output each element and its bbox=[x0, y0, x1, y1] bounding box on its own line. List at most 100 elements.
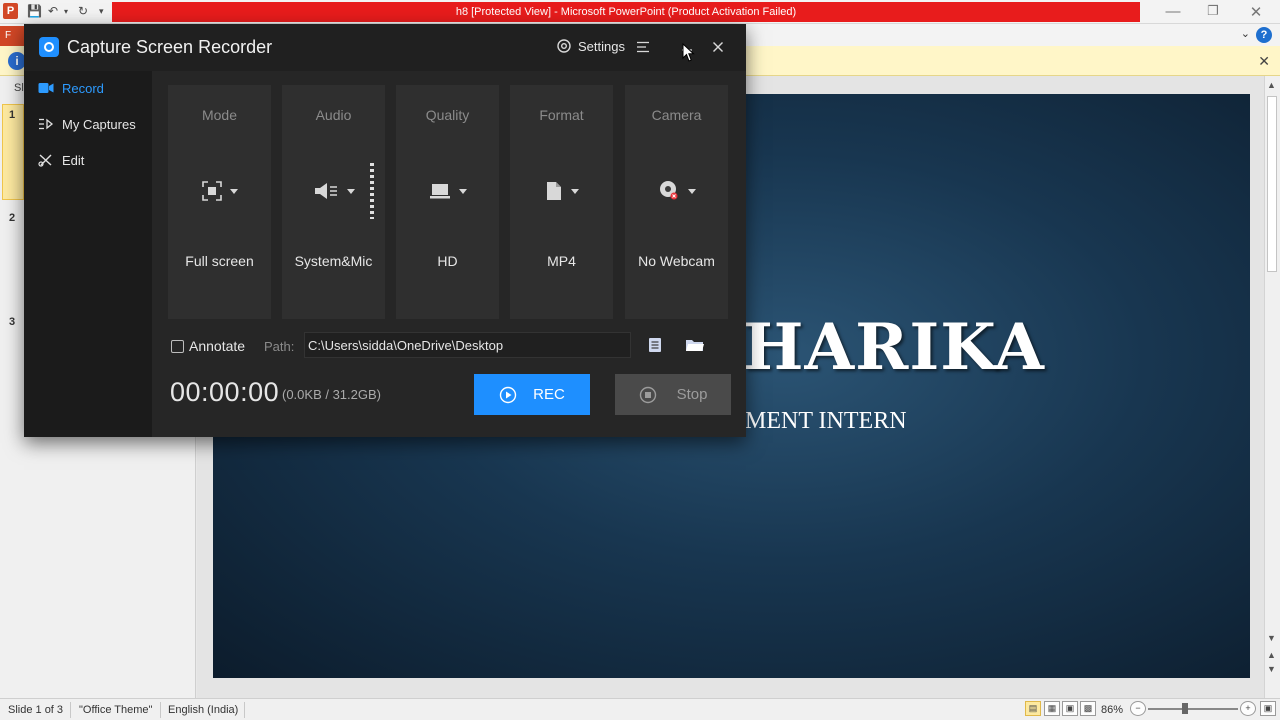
option-value: No Webcam bbox=[638, 253, 715, 269]
fullscreen-icon bbox=[201, 181, 222, 201]
status-separator bbox=[70, 702, 71, 718]
recorder-sidebar: Record My Captures Edit bbox=[24, 71, 152, 437]
status-slide-info: Slide 1 of 3 bbox=[8, 704, 64, 716]
ribbon-collapse-icon[interactable]: ⌄ bbox=[1241, 27, 1250, 40]
option-value: MP4 bbox=[547, 253, 576, 269]
option-icon-row bbox=[510, 179, 613, 203]
close-button[interactable] bbox=[707, 36, 729, 58]
zoom-in-icon[interactable]: + bbox=[1240, 701, 1256, 716]
monitor-icon bbox=[429, 184, 450, 199]
file-tab[interactable]: F bbox=[0, 26, 24, 46]
option-icon-row bbox=[168, 179, 271, 203]
powerpoint-logo-icon[interactable]: P bbox=[3, 3, 18, 19]
option-label: Audio bbox=[315, 107, 352, 123]
zoom-slider-knob[interactable] bbox=[1182, 703, 1188, 714]
reading-view-icon[interactable]: ▣ bbox=[1062, 701, 1078, 716]
slide-number-2: 2 bbox=[9, 212, 16, 224]
undo-dropdown-icon[interactable]: ▾ bbox=[64, 7, 68, 16]
rec-button[interactable]: REC bbox=[474, 374, 590, 415]
fit-to-window-icon[interactable]: ▣ bbox=[1260, 701, 1276, 716]
mode-option[interactable]: Mode Full screen bbox=[168, 85, 271, 319]
sidebar-item-label: Record bbox=[62, 80, 104, 96]
sidebar-item-label: My Captures bbox=[62, 116, 136, 132]
scroll-down-icon[interactable]: ▼ bbox=[1267, 633, 1276, 643]
zoom-out-icon[interactable]: − bbox=[1130, 701, 1146, 716]
sidebar-item-my-captures[interactable]: My Captures bbox=[24, 107, 152, 141]
menu-icon bbox=[637, 41, 649, 53]
redo-icon[interactable]: ↻ bbox=[78, 4, 88, 18]
option-value: Full screen bbox=[185, 253, 254, 269]
chevron-down-icon bbox=[346, 188, 355, 194]
slideshow-icon[interactable]: ▩ bbox=[1080, 701, 1096, 716]
rec-button-label: REC bbox=[533, 386, 565, 403]
mouse-cursor-icon bbox=[682, 43, 695, 62]
list-icon bbox=[39, 118, 54, 130]
minimize-window-icon[interactable]: — bbox=[1163, 3, 1183, 20]
slide-number-3: 3 bbox=[9, 316, 16, 328]
settings-label: Settings bbox=[578, 38, 625, 54]
option-label: Mode bbox=[201, 107, 238, 123]
infobar-close-icon[interactable]: ✕ bbox=[1258, 53, 1270, 70]
save-icon[interactable]: 💾 bbox=[27, 4, 42, 18]
help-icon[interactable]: ? bbox=[1256, 27, 1272, 43]
stop-button-label: Stop bbox=[676, 386, 708, 403]
zoom-level[interactable]: 86% bbox=[1101, 704, 1123, 716]
path-list-button[interactable] bbox=[644, 334, 666, 356]
path-label: Path: bbox=[264, 339, 295, 354]
option-value: HD bbox=[437, 253, 458, 269]
quality-option[interactable]: Quality HD bbox=[396, 85, 499, 319]
volume-level-indicator[interactable] bbox=[370, 163, 374, 219]
speaker-icon bbox=[314, 183, 337, 199]
chevron-down-icon bbox=[570, 188, 579, 194]
video-camera-icon bbox=[38, 83, 54, 93]
save-path-input[interactable] bbox=[304, 332, 631, 358]
next-slide-icon[interactable]: ▼ bbox=[1267, 664, 1276, 674]
audio-option[interactable]: Audio System&Mic bbox=[282, 85, 385, 319]
previous-slide-icon[interactable]: ▲ bbox=[1267, 650, 1276, 660]
stop-button[interactable]: Stop bbox=[615, 374, 731, 415]
slide-title-text[interactable]: HARIKA bbox=[743, 310, 1045, 385]
menu-button[interactable] bbox=[632, 36, 654, 58]
option-icon-row bbox=[625, 179, 728, 203]
status-separator bbox=[160, 702, 161, 718]
edit-tools-icon bbox=[38, 154, 52, 167]
sidebar-item-edit[interactable]: Edit bbox=[24, 143, 152, 177]
scrollbar-thumb[interactable] bbox=[1267, 96, 1277, 272]
close-window-icon[interactable]: ✕ bbox=[1246, 3, 1266, 21]
close-icon bbox=[713, 42, 723, 52]
restore-window-icon[interactable]: ❐ bbox=[1203, 3, 1223, 19]
status-separator bbox=[244, 702, 245, 718]
browse-folder-button[interactable] bbox=[684, 334, 706, 356]
recorder-logo-icon bbox=[39, 37, 59, 57]
option-label: Quality bbox=[425, 107, 470, 123]
folder-icon bbox=[686, 340, 704, 351]
chevron-down-icon bbox=[458, 188, 467, 194]
gear-icon bbox=[557, 39, 571, 53]
zoom-slider[interactable] bbox=[1148, 708, 1238, 710]
ppt-window-title: h8 [Protected View] - Microsoft PowerPoi… bbox=[112, 2, 1140, 22]
normal-view-icon[interactable]: ▤ bbox=[1025, 701, 1041, 716]
recorder-title: Capture Screen Recorder bbox=[67, 37, 273, 57]
undo-icon[interactable]: ↶ bbox=[48, 4, 58, 18]
slide-number-1: 1 bbox=[9, 109, 16, 121]
settings-button[interactable]: Settings bbox=[556, 38, 625, 54]
annotate-checkbox[interactable] bbox=[171, 340, 184, 353]
chevron-down-icon bbox=[229, 188, 238, 194]
camera-option[interactable]: Camera No Webcam bbox=[625, 85, 728, 319]
annotate-label[interactable]: Annotate bbox=[189, 338, 245, 354]
scroll-up-icon[interactable]: ▲ bbox=[1267, 80, 1276, 90]
format-option[interactable]: Format MP4 bbox=[510, 85, 613, 319]
play-circle-icon bbox=[499, 386, 517, 403]
option-label: Camera bbox=[651, 107, 702, 123]
status-theme: "Office Theme" bbox=[79, 704, 153, 716]
webcam-icon bbox=[659, 181, 677, 200]
option-value: System&Mic bbox=[294, 253, 373, 269]
chevron-down-icon bbox=[687, 188, 696, 194]
sidebar-item-record[interactable]: Record bbox=[24, 71, 152, 105]
stop-circle-icon bbox=[639, 386, 656, 403]
status-language[interactable]: English (India) bbox=[168, 704, 238, 716]
slide-sorter-icon[interactable]: ▦ bbox=[1044, 701, 1060, 716]
slide-subtitle-text[interactable]: MENT INTERN bbox=[745, 408, 907, 435]
customize-toolbar-icon[interactable]: ▾ bbox=[99, 6, 104, 17]
slides-panel-label: Sl bbox=[14, 82, 24, 94]
